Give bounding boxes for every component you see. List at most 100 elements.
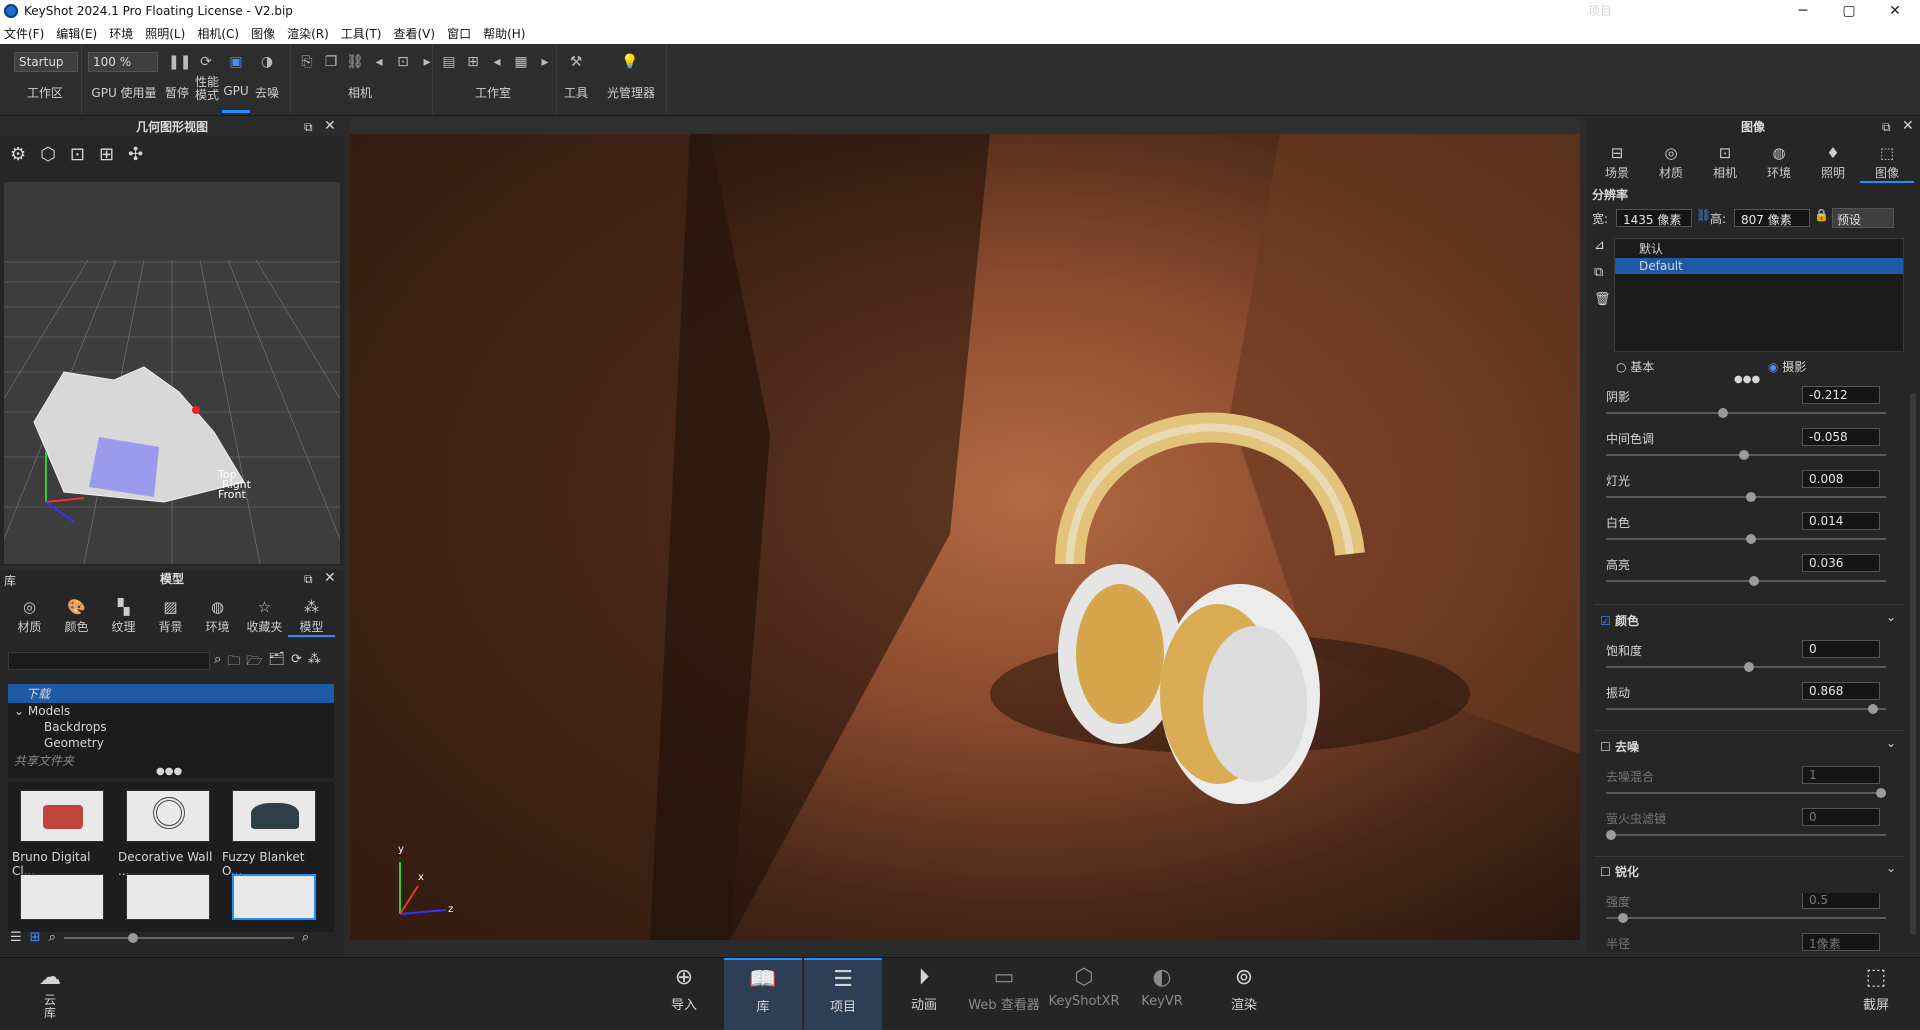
tree-item-geometry[interactable]: Geometry <box>8 735 334 751</box>
trash-icon[interactable]: 🗑 <box>1594 292 1611 307</box>
firefly-input[interactable]: 0 <box>1802 808 1880 826</box>
camera-link-icon[interactable]: ⛓ <box>346 53 364 71</box>
camera-copy-icon[interactable]: ❐ <box>322 53 340 71</box>
menu-environment[interactable]: 环境 <box>109 25 133 42</box>
studio-list-icon[interactable]: ▦ <box>512 53 530 71</box>
height-input[interactable]: 807 像素 <box>1734 209 1810 227</box>
link-icon[interactable]: ⛓ <box>1696 208 1711 222</box>
menu-help[interactable]: 帮助(H) <box>483 25 525 42</box>
import-button[interactable]: ⊕ 导入 <box>646 958 722 1030</box>
shadows-input[interactable]: -0.212 <box>1802 386 1880 404</box>
denoise-mix-input[interactable]: 1 <box>1802 766 1880 784</box>
zoom-out-icon[interactable]: ⌕ <box>49 930 56 945</box>
cube-icon[interactable]: ⬡ <box>40 144 56 165</box>
firefly-slider[interactable] <box>1606 830 1886 840</box>
strength-input[interactable]: 0.5 <box>1802 893 1880 909</box>
preset-edit-icon[interactable]: ⊿ <box>1594 238 1611 253</box>
slider-knob[interactable] <box>1618 913 1628 923</box>
strength-slider[interactable] <box>1606 913 1886 923</box>
highlight-slider[interactable] <box>1606 576 1886 586</box>
tab-environment[interactable]: ◍ 环境 <box>1752 144 1806 183</box>
undock-icon[interactable]: ⧉ <box>1882 120 1891 135</box>
denoise-section-toggle[interactable]: ☐ 去噪 <box>1600 738 1639 755</box>
tab-backgrounds[interactable]: ▨ 背景 <box>147 598 194 637</box>
preset-item-default[interactable]: Default <box>1615 258 1903 274</box>
render-button[interactable]: ⊚ 渲染 <box>1206 958 1282 1030</box>
radius-input[interactable]: 1像素 <box>1802 933 1880 951</box>
zoom-in-icon[interactable]: ⌕ <box>302 930 309 945</box>
shadows-slider[interactable] <box>1606 408 1886 418</box>
slider-knob[interactable] <box>1876 788 1886 798</box>
menu-image[interactable]: 图像 <box>251 25 275 42</box>
tree-item-models[interactable]: ⌄ Models <box>8 703 334 719</box>
sharpen-section-toggle[interactable]: ☐ 锐化 <box>1600 863 1639 880</box>
preset-copy-icon[interactable]: ⧉ <box>1594 265 1611 280</box>
minimize-button[interactable]: ─ <box>1780 0 1826 22</box>
width-input[interactable]: 1435 像素 <box>1616 209 1692 227</box>
tab-scene[interactable]: ⊟ 场景 <box>1590 144 1644 183</box>
chevron-down-icon[interactable]: ⌄ <box>1886 861 1896 875</box>
keyshotxr-button[interactable]: ⬡ KeyShotXR <box>1046 958 1122 1030</box>
geometry-3d-view[interactable]: Top Right Front <box>0 182 441 565</box>
midtones-input[interactable]: -0.058 <box>1802 428 1880 446</box>
light-input[interactable]: 0.008 <box>1802 470 1880 488</box>
transform-icon[interactable]: ✣ <box>128 144 143 165</box>
tab-textures[interactable]: ▚ 纹理 <box>100 598 147 637</box>
folder-add-icon[interactable]: 🗀 <box>227 652 240 674</box>
menu-edit[interactable]: 编辑(E) <box>56 25 97 42</box>
scrollbar[interactable] <box>1910 394 1916 934</box>
whites-input[interactable]: 0.014 <box>1802 512 1880 530</box>
tools-icon[interactable]: ⚒ <box>567 53 585 71</box>
tab-material[interactable]: ◎ 材质 <box>1644 144 1698 183</box>
menu-camera[interactable]: 相机(C) <box>197 25 239 42</box>
studio-icon[interactable]: ▤ <box>440 53 458 71</box>
folder-icon[interactable]: 🗁 <box>246 652 262 674</box>
thumb-clock[interactable] <box>20 790 104 842</box>
workspace-select[interactable]: Startup <box>14 52 78 72</box>
list-view-icon[interactable]: ☰ <box>10 930 22 945</box>
panel-close-icon[interactable]: ✕ <box>1902 118 1914 134</box>
cloud-library-button[interactable]: ☁ 云 库 <box>12 958 88 1030</box>
tab-camera[interactable]: ⊡ 相机 <box>1698 144 1752 183</box>
animation-button[interactable]: ⏵ 动画 <box>886 958 962 1030</box>
camera-add-icon[interactable]: ⎘ <box>298 53 316 71</box>
tree-item-backdrops[interactable]: Backdrops <box>8 719 334 735</box>
keyvr-button[interactable]: ◐ KeyVR <box>1124 958 1200 1030</box>
slider-knob[interactable] <box>1749 576 1759 586</box>
tab-lighting[interactable]: ♦ 照明 <box>1806 144 1860 183</box>
models-settings-icon[interactable]: ⁂ <box>308 652 321 674</box>
more-icon[interactable]: ●●● <box>156 766 182 777</box>
thumb-vase[interactable] <box>126 874 210 920</box>
slider-knob[interactable] <box>1746 492 1756 502</box>
thumb-plant[interactable] <box>20 874 104 920</box>
denoise-mix-slider[interactable] <box>1606 788 1886 798</box>
library-button[interactable]: 📖 库 <box>724 958 802 1030</box>
menu-lighting[interactable]: 照明(L) <box>145 25 185 42</box>
denoise-icon[interactable]: ◑ <box>258 53 276 71</box>
vibrance-slider[interactable] <box>1606 704 1886 714</box>
vibrance-input[interactable]: 0.868 <box>1802 682 1880 700</box>
undock-icon[interactable]: ⧉ <box>304 572 313 587</box>
tab-environments[interactable]: ◍ 环境 <box>194 598 241 637</box>
menu-render[interactable]: 渲染(R) <box>287 25 329 42</box>
light-manager-icon[interactable]: 💡 <box>621 53 639 71</box>
mode-photo-radio[interactable]: ◉ 摄影 <box>1768 358 1806 375</box>
panel-close-icon[interactable]: ✕ <box>324 570 336 586</box>
slider-knob[interactable] <box>1744 662 1754 672</box>
library-search-input[interactable] <box>8 652 210 670</box>
tab-colors[interactable]: 🎨 颜色 <box>53 598 100 637</box>
gpu-icon[interactable]: ▣ <box>227 53 245 71</box>
zoom-select[interactable]: 100 % <box>88 52 158 72</box>
maximize-button[interactable]: ▢ <box>1826 0 1872 22</box>
thumb-headphones[interactable] <box>232 874 316 920</box>
midtones-slider[interactable] <box>1606 450 1886 460</box>
chevron-down-icon[interactable]: ⌄ <box>1886 610 1896 624</box>
saturation-slider[interactable] <box>1606 662 1886 672</box>
close-button[interactable]: ✕ <box>1872 0 1918 22</box>
render-viewport[interactable]: y x z <box>350 134 1580 940</box>
camera-prev-icon[interactable]: ◂ <box>370 53 388 71</box>
performance-mode-icon[interactable]: ⟳ <box>197 53 215 71</box>
slider-knob[interactable] <box>1868 704 1878 714</box>
folder-import-icon[interactable]: 🗂 <box>268 652 285 674</box>
studio-next-icon[interactable]: ▸ <box>536 53 554 71</box>
